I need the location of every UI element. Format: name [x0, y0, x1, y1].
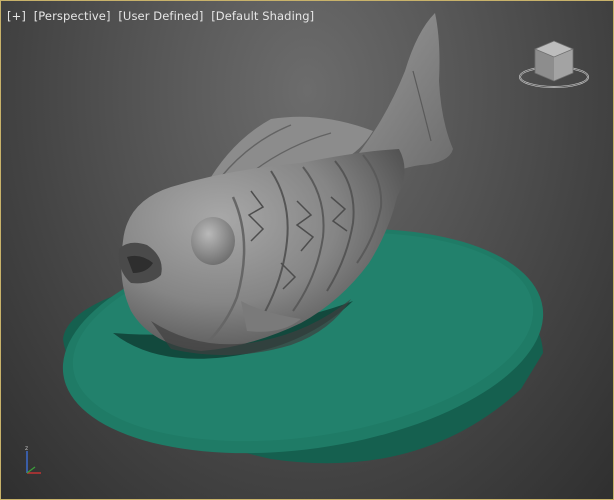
- svg-text:z: z: [25, 445, 28, 452]
- perspective-viewport[interactable]: [+] [Perspective] [User Defined] [Defaul…: [0, 0, 614, 500]
- viewcube-icon[interactable]: [517, 37, 591, 93]
- axis-tripod-icon: z: [25, 445, 41, 474]
